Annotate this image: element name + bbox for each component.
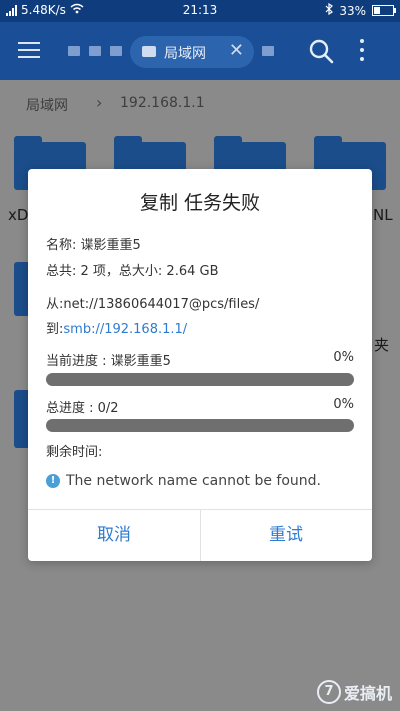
path-chip[interactable]: 局域网 ✕ — [130, 36, 254, 68]
breadcrumb-root[interactable]: 局域网 — [26, 95, 68, 115]
home-icon[interactable] — [68, 46, 80, 56]
menu-icon[interactable] — [18, 42, 42, 60]
info-icon: ! — [46, 474, 60, 488]
more-options-icon[interactable] — [355, 39, 369, 65]
breadcrumb-current[interactable]: 192.168.1.1 — [120, 95, 205, 111]
total-progress-bar — [46, 419, 354, 432]
search-icon[interactable] — [308, 38, 334, 64]
lan-icon — [142, 46, 156, 57]
current-progress-percent: 0% — [333, 350, 354, 365]
battery-percent: 33% — [339, 3, 366, 18]
copy-failed-dialog: 复制 任务失败 名称: 谍影重重5 总共: 2 项，总大小: 2.64 GB 从… — [28, 169, 372, 561]
folder-label: NL — [373, 206, 393, 224]
path-chip-label: 局域网 — [164, 46, 206, 62]
destination-link[interactable]: smb://192.168.1.1/ — [63, 322, 187, 337]
watermark-logo: 7 — [316, 680, 341, 704]
error-text: The network name cannot be found. — [66, 473, 322, 489]
battery-icon — [372, 5, 396, 16]
close-icon[interactable]: ✕ — [229, 40, 244, 61]
bluetooth-icon — [325, 2, 334, 18]
retry-button[interactable]: 重试 — [200, 509, 372, 561]
cancel-button[interactable]: 取消 — [28, 509, 200, 561]
drive-icon[interactable] — [89, 46, 101, 56]
watermark: 7 爱搞机 — [316, 680, 392, 704]
folder-icon[interactable] — [110, 46, 122, 56]
source-path: 从:net://13860644017@pcs/files/ — [46, 297, 260, 312]
watermark-text: 爱搞机 — [343, 684, 392, 703]
window-icon[interactable] — [262, 46, 274, 56]
folder-label: 夹 — [374, 336, 390, 354]
remaining-time-label: 剩余时间: — [46, 445, 103, 460]
error-message: ! The network name cannot be found. — [46, 473, 321, 489]
destination-prefix: 到: — [46, 322, 64, 337]
total-progress-percent: 0% — [333, 397, 354, 412]
total-size: 总共: 2 项，总大小: 2.64 GB — [46, 264, 219, 279]
current-progress-label: 当前进度 : 谍影重重5 — [46, 354, 171, 369]
top-toolbar: 局域网 ✕ — [0, 22, 400, 80]
breadcrumb: 局域网 › 192.168.1.1 — [0, 80, 400, 126]
total-progress-label: 总进度 : 0/2 — [46, 401, 119, 416]
dialog-title: 复制 任务失败 — [139, 192, 261, 214]
chevron-right-icon: › — [96, 93, 103, 112]
file-name: 名称: 谍影重重5 — [46, 238, 141, 253]
current-progress-bar — [46, 373, 354, 386]
destination-path: 到:smb://192.168.1.1/ — [46, 318, 187, 337]
status-bar: 5.48K/s 21:13 33% — [0, 0, 400, 22]
folder-label: xD — [8, 206, 29, 224]
